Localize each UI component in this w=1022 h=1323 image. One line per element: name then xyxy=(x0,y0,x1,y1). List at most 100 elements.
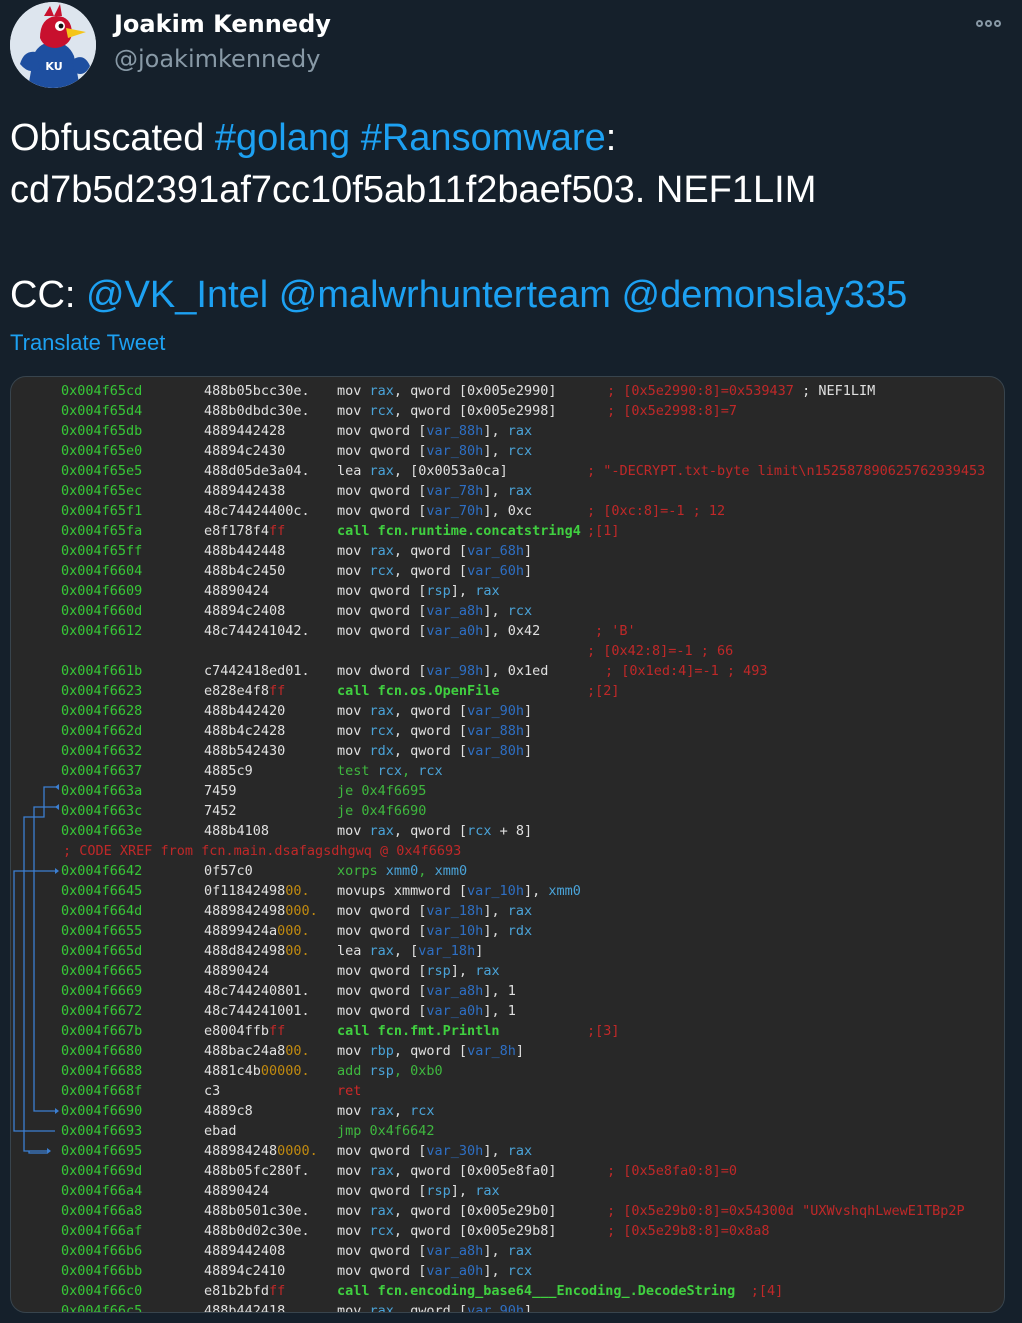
instruction-text: mov qword [var_a8h], rax xyxy=(337,1243,533,1259)
instruction-text: mov rax, qword [0x005e8fa0]; [0x5e8fa0:8… xyxy=(337,1163,738,1179)
instruction-bytes: 488b4108 xyxy=(204,823,270,839)
tweet-text: Obfuscated #golang #Ransomware: cd7b5d23… xyxy=(10,112,1010,321)
avatar[interactable]: KU xyxy=(10,2,96,88)
avatar-image: KU xyxy=(10,2,96,88)
instruction-text: mov rax, qword [var_90h] xyxy=(337,1303,533,1313)
instruction-text: mov rax, qword [var_68h] xyxy=(337,543,533,559)
instruction-address: 0x004f65fa xyxy=(61,523,143,539)
instruction-address: 0x004f66a4 xyxy=(61,1183,143,1199)
instruction-address: 0x004f669d xyxy=(61,1163,143,1179)
instruction-address: 0x004f6609 xyxy=(61,583,143,599)
instruction-text: jmp 0x4f6642 xyxy=(337,1123,435,1139)
instruction-text: lea rax, [0x0053a0ca]; "-DECRYPT.txt-byt… xyxy=(337,463,986,479)
disassembly-row: 0x004f66af 488b0d02c30e. mov rcx, qword [0… xyxy=(11,1221,1004,1241)
instruction-address: 0x004f662d xyxy=(61,723,143,739)
instruction-comment: ; [0x5e29b0:8]=0x54300d "UXWvshqhLwewE1T… xyxy=(607,1203,965,1219)
instruction-bytes: 4885c9 xyxy=(204,763,253,779)
mention-malwrhunterteam[interactable]: @malwrhunterteam xyxy=(279,274,611,316)
disassembly-row: 0x004f669d 488b05fc280f. mov rax, qword [0… xyxy=(11,1161,1004,1181)
instruction-comment: ; [0x42:8]=-1 ; 66 xyxy=(587,643,734,659)
instruction-bytes: 48899424a000. xyxy=(204,923,310,939)
instruction-bytes: 488d05de3a04. xyxy=(204,463,310,479)
instruction-text: lea rax, [var_18h] xyxy=(337,943,484,959)
mention-demonslay335[interactable]: @demonslay335 xyxy=(622,274,908,316)
instruction-text: add rsp, 0xb0 xyxy=(337,1063,443,1079)
instruction-bytes: 488b4c2428 xyxy=(204,723,286,739)
instruction-address: 0x004f65ec xyxy=(61,483,143,499)
instruction-bytes: e8f178f4ff xyxy=(204,523,286,539)
instruction-address: 0x004f6645 xyxy=(61,883,143,899)
hashtag-ransomware[interactable]: #Ransomware xyxy=(361,117,606,159)
instruction-address: 0x004f663e xyxy=(61,823,143,839)
instruction-bytes: ebad xyxy=(204,1123,237,1139)
disassembly-row: 0x004f65e5 488d05de3a04. lea rax, [0x0053a… xyxy=(11,461,1004,481)
disassembly-row: 0x004f6632 488b542430 mov rdx, qword [var_… xyxy=(11,741,1004,761)
instruction-address: 0x004f65e0 xyxy=(61,443,143,459)
instruction-address: 0x004f6655 xyxy=(61,923,143,939)
disassembly-row: 0x004f6655 48899424a000. mov qword [var_10… xyxy=(11,921,1004,941)
instruction-address: 0x004f6680 xyxy=(61,1043,143,1059)
disassembly-row: 0x004f65db 4889442428 mov qword [var_88h],… xyxy=(11,421,1004,441)
instruction-bytes: c7442418ed01. xyxy=(204,663,310,679)
disassembly-image[interactable]: 0x004f65cd 488b05bcc30e. mov rax, qword [0… xyxy=(10,376,1005,1313)
disassembly-row: 0x004f66bb 48894c2410 mov qword [var_a0h],… xyxy=(11,1261,1004,1281)
instruction-comment: ; [0x5e2990:8]=0x539437 ; NEF1LIM xyxy=(607,383,876,399)
instruction-text: mov qword [rsp], rax xyxy=(337,583,500,599)
translate-tweet-link[interactable]: Translate Tweet xyxy=(10,330,165,356)
instruction-address: 0x004f665d xyxy=(61,943,143,959)
more-options-icon[interactable] xyxy=(966,8,1010,38)
tweet-cc-line: CC: @VK_Intel @malwrhunterteam @demonsla… xyxy=(10,269,1010,321)
instruction-bytes: 488b0d02c30e. xyxy=(204,1223,310,1239)
instruction-text: test rcx, rcx xyxy=(337,763,443,779)
instruction-address: 0x004f65ff xyxy=(61,543,143,559)
instruction-address: 0x004f664d xyxy=(61,903,143,919)
instruction-text: xorps xmm0, xmm0 xyxy=(337,863,468,879)
disassembly-row: 0x004f65cd 488b05bcc30e. mov rax, qword [0… xyxy=(11,381,1004,401)
disassembly-row: 0x004f6623 e828e4f8ff call fcn.os.OpenFile… xyxy=(11,681,1004,701)
instruction-bytes: 4889442438 xyxy=(204,483,286,499)
instruction-text: je 0x4f6690 xyxy=(337,803,427,819)
disassembly-row: 0x004f668f c3 ret xyxy=(11,1081,1004,1101)
instruction-address: 0x004f65f1 xyxy=(61,503,143,519)
instruction-text: call fcn.runtime.concatstring4 ;[1] xyxy=(337,523,620,539)
instruction-address: 0x004f6690 xyxy=(61,1103,143,1119)
disassembly-row: 0x004f6695 4889842480000. mov qword [var_3… xyxy=(11,1141,1004,1161)
instruction-bytes: 4889842480000. xyxy=(204,1143,318,1159)
instruction-text: je 0x4f6695 xyxy=(337,783,427,799)
disassembly-row: 0x004f6669 48c744240801. mov qword [var_a8… xyxy=(11,981,1004,1001)
instruction-address: 0x004f660d xyxy=(61,603,143,619)
instruction-bytes: 48894c2410 xyxy=(204,1263,286,1279)
instruction-address: 0x004f6665 xyxy=(61,963,143,979)
instruction-address: 0x004f6669 xyxy=(61,983,143,999)
instruction-address: 0x004f66bb xyxy=(61,1263,143,1279)
instruction-text: mov rax, rcx xyxy=(337,1103,435,1119)
instruction-address: 0x004f6672 xyxy=(61,1003,143,1019)
instruction-bytes: 488b4c2450 xyxy=(204,563,286,579)
instruction-address: 0x004f66c5 xyxy=(61,1303,143,1313)
instruction-address: 0x004f66a8 xyxy=(61,1203,143,1219)
disassembly-row: 0x004f66b6 4889442408 mov qword [var_a8h],… xyxy=(11,1241,1004,1261)
instruction-address: 0x004f6632 xyxy=(61,743,143,759)
disassembly-row: 0x004f6680 488bac24a800. mov rbp, qword [v… xyxy=(11,1041,1004,1061)
instruction-text: mov qword [rsp], rax xyxy=(337,1183,500,1199)
instruction-bytes: 0f57c0 xyxy=(204,863,253,879)
disassembly-row: 0x004f65d4 488b0dbdc30e. mov rcx, qword [0… xyxy=(11,401,1004,421)
instruction-bytes: c3 xyxy=(204,1083,221,1099)
instruction-address: 0x004f668f xyxy=(61,1083,143,1099)
disassembly-row: 0x004f6672 48c744241001. mov qword [var_a0… xyxy=(11,1001,1004,1021)
instruction-address: 0x004f66c0 xyxy=(61,1283,143,1299)
disassembly-row: 0x004f66c0 e81b2bfdff call fcn.encoding_ba… xyxy=(11,1281,1004,1301)
instruction-text: mov qword [var_18h], rax xyxy=(337,903,533,919)
instruction-address: 0x004f6623 xyxy=(61,683,143,699)
disassembly-listing: 0x004f65cd 488b05bcc30e. mov rax, qword [0… xyxy=(11,381,1004,1313)
instruction-comment: ; 'B' xyxy=(595,623,636,639)
hashtag-golang[interactable]: #golang xyxy=(215,117,350,159)
instruction-text: mov rcx, qword [var_88h] xyxy=(337,723,533,739)
disassembly-row: 0x004f667b e8004ffbff call fcn.fmt.Println… xyxy=(11,1021,1004,1041)
instruction-text: mov rax, qword [rcx + 8] xyxy=(337,823,533,839)
author-name[interactable]: Joakim Kennedy xyxy=(114,10,331,38)
author-handle[interactable]: @joakimkennedy xyxy=(114,45,320,73)
instruction-bytes: 4889442408 xyxy=(204,1243,286,1259)
mention-vk-intel[interactable]: @VK_Intel xyxy=(86,274,268,316)
instruction-bytes: 488b442448 xyxy=(204,543,286,559)
